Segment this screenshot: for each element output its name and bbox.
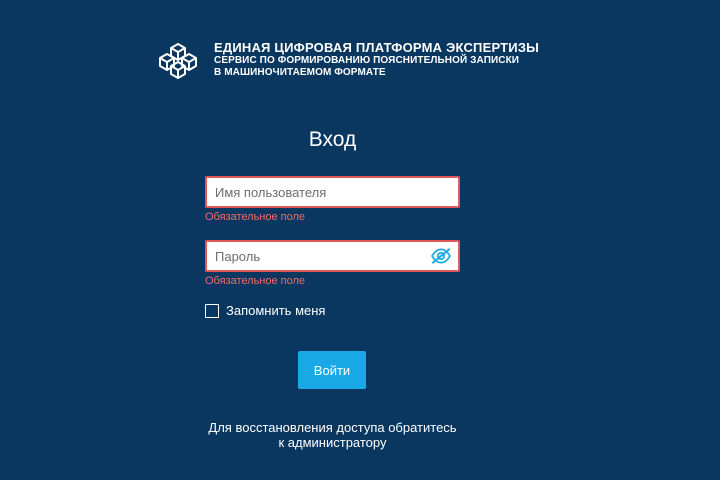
remember-me-toggle[interactable]: Запомнить меня [205,303,325,318]
access-recovery-line1: Для восстановления доступа обратитесь [208,420,457,435]
eye-slash-icon[interactable] [430,248,452,264]
login-title: Вход [308,128,357,151]
password-error: Обязательное поле [205,275,306,287]
login-button[interactable]: Войти [298,351,366,389]
password-input[interactable] [207,242,430,270]
remember-me-label: Запомнить меня [226,303,326,318]
cubes-logo-icon [159,43,197,79]
password-field[interactable] [205,240,460,272]
username-field[interactable] [205,176,460,208]
brand-header: ЕДИНАЯ ЦИФРОВАЯ ПЛАТФОРМА ЭКСПЕРТИЗЫ СЕР… [154,40,539,80]
username-input[interactable] [207,178,458,206]
username-error: Обязательное поле [205,211,306,223]
platform-title: ЕДИНАЯ ЦИФРОВАЯ ПЛАТФОРМА ЭКСПЕРТИЗЫ [214,40,540,55]
service-subtitle-line2: В МАШИНОЧИТАЕМОМ ФОРМАТЕ [214,67,386,78]
access-recovery-line2: к администратору [278,435,387,450]
service-subtitle-line1: СЕРВИС ПО ФОРМИРОВАНИЮ ПОЯСНИТЕЛЬНОЙ ЗАП… [214,55,520,66]
access-recovery-note: Для восстановления доступа обратитесь к … [0,420,665,450]
brand-text: ЕДИНАЯ ЦИФРОВАЯ ПЛАТФОРМА ЭКСПЕРТИЗЫ СЕР… [214,40,539,79]
remember-me-checkbox[interactable] [205,303,219,318]
